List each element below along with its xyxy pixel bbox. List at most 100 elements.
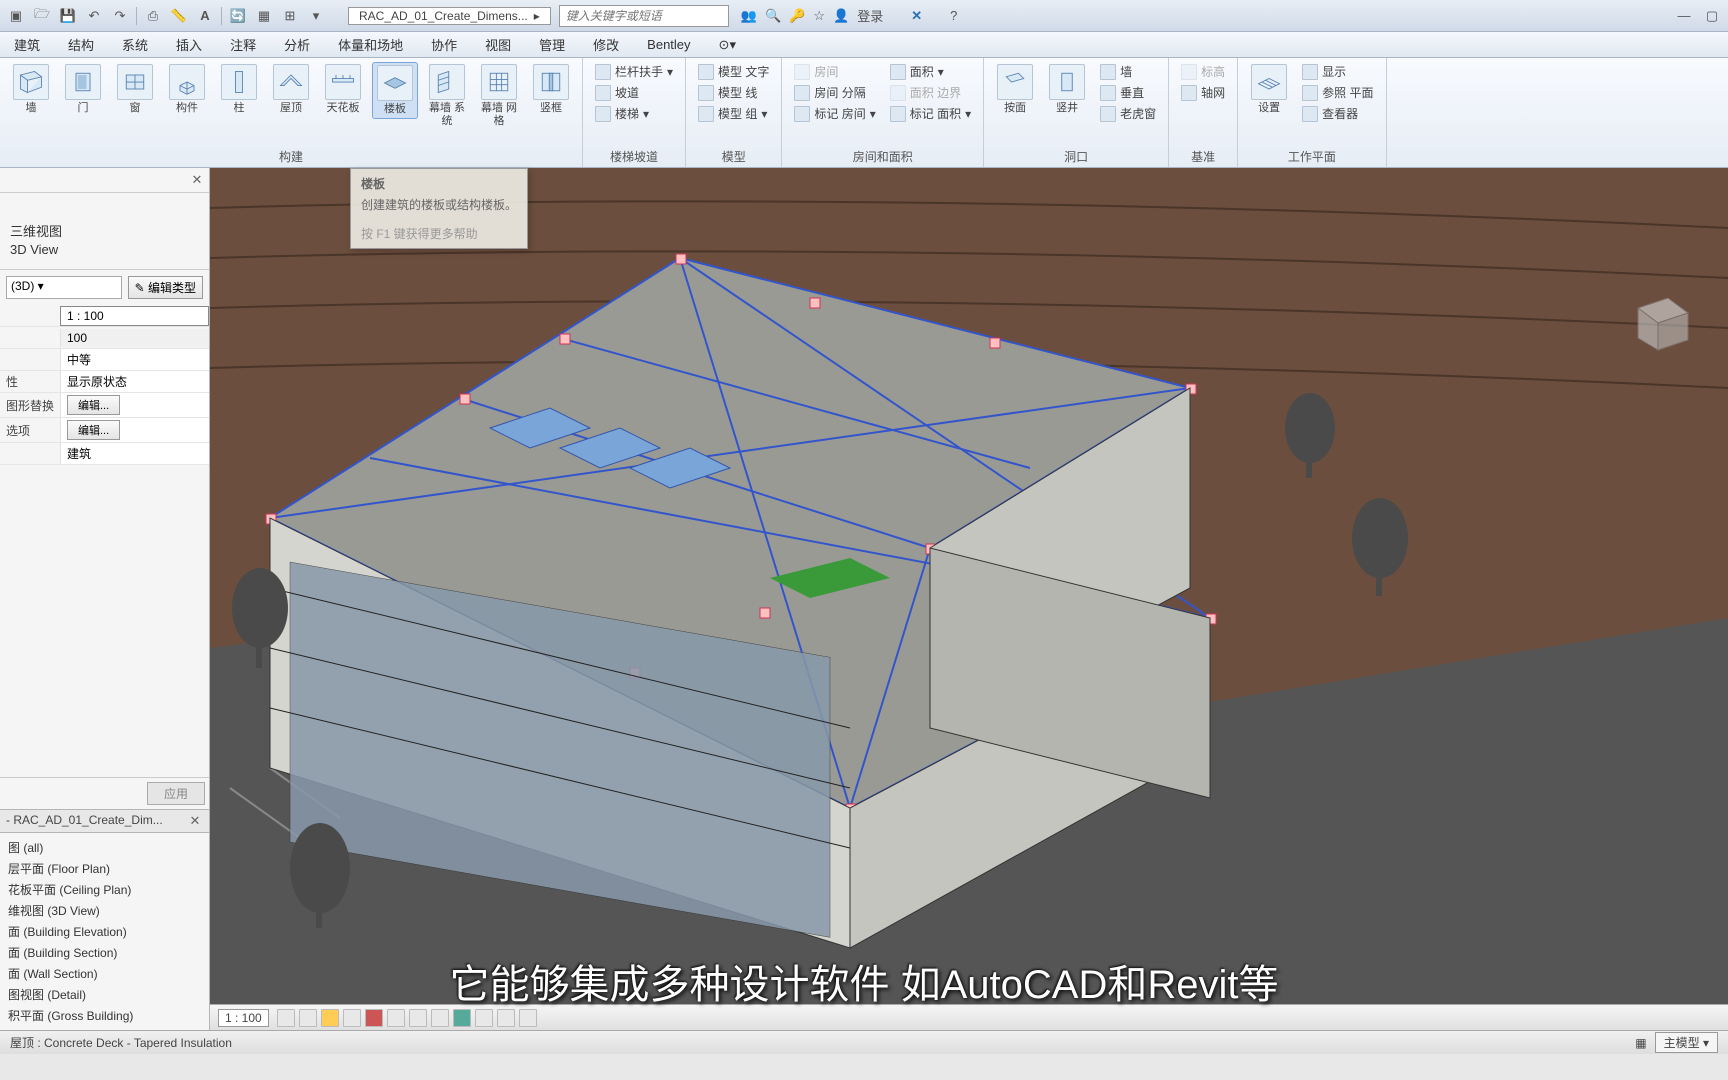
tool-vertical[interactable]: 垂直 [1096, 83, 1160, 102]
tool-wall-opening[interactable]: 墙 [1096, 62, 1160, 81]
temporary-hide-icon[interactable] [453, 1009, 471, 1027]
tree-item[interactable]: 图 (all) [2, 837, 207, 858]
tree-item[interactable]: 面 (Building Elevation) [2, 921, 207, 942]
tool-tag-room[interactable]: 标记 房间 ▾ [790, 104, 879, 123]
tool-door[interactable]: 门 [60, 62, 106, 117]
tool-viewer[interactable]: 查看器 [1298, 104, 1377, 123]
menu-view[interactable]: 视图 [481, 33, 515, 56]
open-icon[interactable]: 🗁 [30, 4, 54, 28]
edit-type-button[interactable]: ✎ 编辑类型 [128, 276, 203, 299]
exchange-icon[interactable]: ✕ [911, 8, 922, 24]
sun-path-icon[interactable] [321, 1009, 339, 1027]
menu-architecture[interactable]: 建筑 [10, 33, 44, 56]
tool-model-line[interactable]: 模型 线 [694, 83, 773, 102]
detail-level-icon[interactable] [277, 1009, 295, 1027]
tool-stair[interactable]: 楼梯 ▾ [591, 104, 677, 123]
tool-component[interactable]: 构件 [164, 62, 210, 117]
detail-level[interactable]: 中等 [60, 349, 209, 370]
search-help-icon[interactable]: 🔍 [765, 8, 781, 24]
maximize-icon[interactable]: ▢ [1700, 4, 1724, 28]
reveal-hidden-icon[interactable] [475, 1009, 493, 1027]
tree-item[interactable]: 面 (Wall Section) [2, 963, 207, 984]
tool-grid[interactable]: 轴网 [1177, 83, 1229, 102]
rendering-icon[interactable] [365, 1009, 383, 1027]
viewport-3d[interactable]: 1 : 100 [210, 168, 1728, 1030]
menu-structure[interactable]: 结构 [64, 33, 98, 56]
key-icon[interactable]: 🔑 [789, 8, 805, 24]
undo-icon[interactable]: ↶ [82, 4, 106, 28]
discipline-value[interactable]: 建筑 [60, 443, 209, 464]
tree-item[interactable]: 维视图 (3D View) [2, 900, 207, 921]
save-icon[interactable]: 💾 [56, 4, 80, 28]
tree-item[interactable]: 积平面 (Gross Building) [2, 1005, 207, 1026]
sheet-icon[interactable]: ▦ [252, 4, 276, 28]
visibility-value[interactable]: 显示原状态 [60, 371, 209, 392]
tool-window[interactable]: 窗 [112, 62, 158, 117]
main-model-dropdown[interactable]: 主模型 ▾ [1655, 1032, 1718, 1053]
tool-ceiling[interactable]: 天花板 [320, 62, 366, 117]
redo-icon[interactable]: ↷ [108, 4, 132, 28]
tool-curtain-grid[interactable]: 幕墙 网格 [476, 62, 522, 130]
crop-region-icon[interactable] [409, 1009, 427, 1027]
tool-ramp[interactable]: 坡道 [591, 83, 677, 102]
close-icon[interactable]: ✕ [187, 813, 203, 829]
design-options-icon[interactable]: ▦ [1635, 1036, 1646, 1050]
tool-dormer[interactable]: 老虎窗 [1096, 104, 1160, 123]
menu-collaborate[interactable]: 协作 [427, 33, 461, 56]
menu-overflow-icon[interactable]: ⊙▾ [715, 35, 740, 55]
tool-by-face[interactable]: 按面 [992, 62, 1038, 117]
menu-manage[interactable]: 管理 [535, 33, 569, 56]
visual-style-icon[interactable] [299, 1009, 317, 1027]
tree-item[interactable]: 面 (Building Section) [2, 942, 207, 963]
model-canvas[interactable] [210, 168, 1728, 1030]
tool-show-workplane[interactable]: 显示 [1298, 62, 1377, 81]
measure-icon[interactable]: 📏 [167, 4, 191, 28]
tool-wall[interactable]: 墙 [8, 62, 54, 117]
switch-windows-icon[interactable]: ⊞ [278, 4, 302, 28]
type-dropdown[interactable]: (3D) ▾ [6, 276, 122, 299]
tool-curtain-system[interactable]: 幕墙 系统 [424, 62, 470, 130]
tree-item[interactable]: 图视图 (Detail) [2, 984, 207, 1005]
worksharing-icon[interactable] [497, 1009, 515, 1027]
app-menu-button[interactable]: ▣ [4, 4, 28, 28]
crop-icon[interactable] [387, 1009, 405, 1027]
print-icon[interactable]: ⎙ [141, 4, 165, 28]
infocenter-icon[interactable]: 👥 [741, 8, 757, 24]
minimize-icon[interactable]: — [1672, 4, 1696, 28]
search-input[interactable] [559, 5, 729, 27]
tool-mullion[interactable]: 竖框 [528, 62, 574, 117]
tool-floor[interactable]: 楼板 [372, 62, 418, 119]
favorite-icon[interactable]: ☆ [813, 8, 825, 24]
apply-button[interactable]: 应用 [147, 782, 205, 805]
menu-modify[interactable]: 修改 [589, 33, 623, 56]
edit-button[interactable]: 编辑... [67, 420, 120, 440]
scale-value[interactable]: 1 : 100 [60, 306, 209, 326]
menu-massing[interactable]: 体量和场地 [334, 33, 407, 56]
text-icon[interactable]: A [193, 4, 217, 28]
close-icon[interactable]: ✕ [189, 172, 205, 188]
tool-set-workplane[interactable]: 设置 [1246, 62, 1292, 117]
tree-item[interactable]: 花板平面 (Ceiling Plan) [2, 879, 207, 900]
lock-icon[interactable] [431, 1009, 449, 1027]
tool-model-text[interactable]: 模型 文字 [694, 62, 773, 81]
menu-analyze[interactable]: 分析 [280, 33, 314, 56]
tool-area[interactable]: 面积 ▾ [886, 62, 975, 81]
menu-bentley[interactable]: Bentley [643, 35, 694, 54]
view-cube[interactable] [1618, 278, 1698, 358]
close-hidden-icon[interactable]: ▾ [304, 4, 328, 28]
tool-tag-area[interactable]: 标记 面积 ▾ [886, 104, 975, 123]
user-icon[interactable]: 👤 [833, 8, 849, 24]
tree-item[interactable]: 层平面 (Floor Plan) [2, 858, 207, 879]
menu-systems[interactable]: 系统 [118, 33, 152, 56]
tool-model-group[interactable]: 模型 组 ▾ [694, 104, 773, 123]
tool-column[interactable]: 柱 [216, 62, 262, 117]
sync-icon[interactable]: 🔄 [226, 4, 250, 28]
tool-room-separator[interactable]: 房间 分隔 [790, 83, 879, 102]
menu-insert[interactable]: 插入 [172, 33, 206, 56]
analytical-icon[interactable] [519, 1009, 537, 1027]
tool-shaft[interactable]: 竖井 [1044, 62, 1090, 117]
help-icon[interactable]: ? [950, 8, 957, 23]
edit-button[interactable]: 编辑... [67, 395, 120, 415]
shadows-icon[interactable] [343, 1009, 361, 1027]
tool-ref-plane[interactable]: 参照 平面 [1298, 83, 1377, 102]
